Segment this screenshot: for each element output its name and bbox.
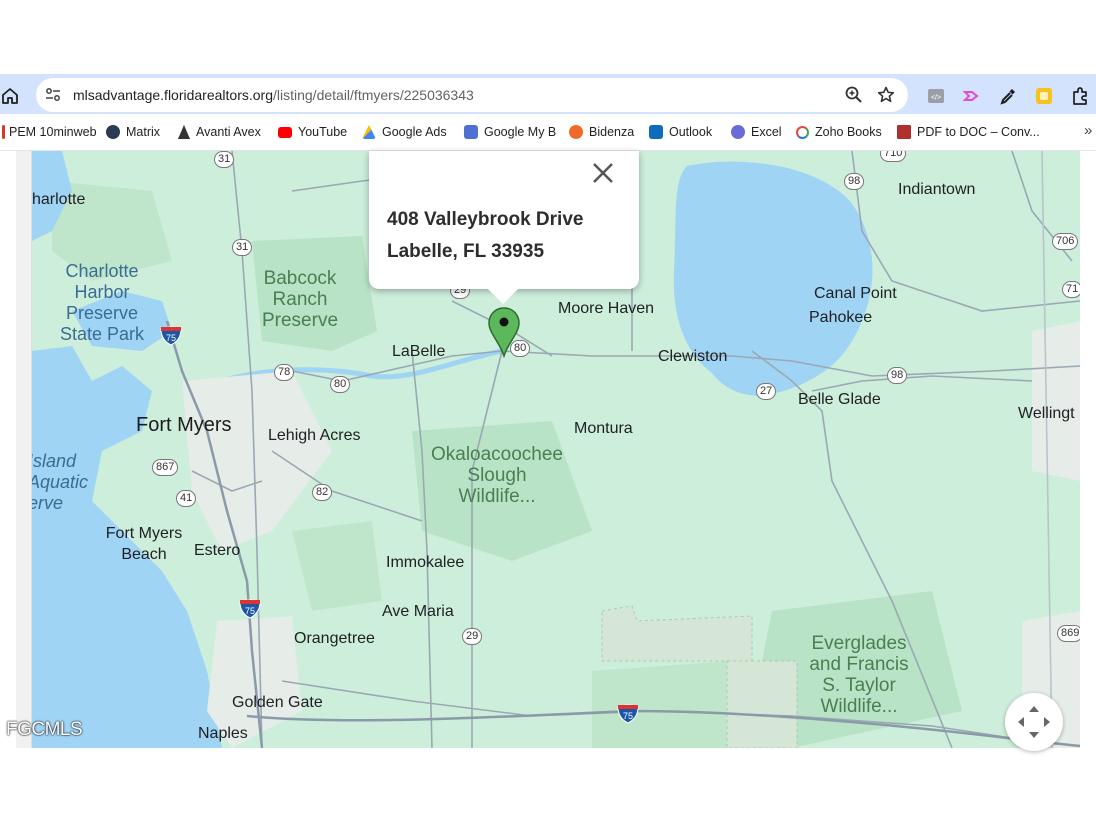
interstate-75-shield-alligator-alley: 75 [617, 704, 639, 724]
label-immokalee: Immokalee [386, 554, 465, 571]
label-island-aquatic: Island Aquatic erve [32, 451, 89, 513]
label-orangetree: Orangetree [294, 630, 375, 647]
bookmark-google-my-business[interactable]: Google My B [464, 124, 556, 140]
close-icon[interactable] [589, 159, 617, 187]
svg-text:</>: </> [931, 95, 941, 102]
route-shield-82: 82 [312, 484, 333, 501]
bookmark-pem-10minweb[interactable]: PEM 10minweb [2, 124, 97, 140]
label-moore-haven: Moore Haven [558, 300, 655, 317]
route-shield-78: 78 [274, 364, 295, 381]
url-path: /listing/detail/ftmyers/225036343 [273, 87, 474, 103]
zoom-icon[interactable] [844, 85, 864, 105]
notes-extension-icon[interactable] [1034, 86, 1054, 106]
bookmark-pdf-to-doc[interactable]: PDF to DOC – Conv... [897, 124, 1040, 140]
bookmark-zoho-books[interactable]: Zoho Books [796, 124, 882, 140]
label-ave-maria: Ave Maria [382, 603, 454, 620]
outlook-icon [649, 125, 663, 139]
label-pahokee: Pahokee [809, 309, 873, 326]
bookmark-excel[interactable]: Excel [731, 124, 782, 140]
dev-tools-extension-icon[interactable]: </> [926, 86, 946, 106]
svg-text:75: 75 [166, 333, 176, 343]
label-canal-point: Canal Point [814, 285, 897, 302]
fullscreen-button[interactable] [1005, 693, 1063, 751]
eyedropper-icon[interactable] [998, 86, 1018, 106]
svg-text:75: 75 [245, 606, 255, 616]
route-shield-867: 867 [152, 459, 179, 476]
label-estero: Estero [194, 542, 241, 559]
route-shield-71: 71 [1062, 281, 1080, 298]
label-wellington: Wellingt [1018, 405, 1075, 422]
popup-address-street: 408 Valleybrook Drive [387, 209, 584, 230]
google-my-business-icon [464, 125, 478, 139]
label-labelle: LaBelle [392, 343, 446, 360]
route-shield-98-north: 98 [844, 173, 865, 190]
route-shield-27: 27 [756, 383, 777, 400]
arrow-extension-icon[interactable] [962, 86, 982, 106]
bookmark-google-ads[interactable]: Google Ads [362, 124, 447, 140]
bidenza-icon [569, 125, 583, 139]
route-shield-41: 41 [176, 490, 197, 507]
label-babcock-ranch: Babcock Ranch Preserve [261, 268, 339, 331]
label-everglades-wildlife: Everglades and Francis S. Taylor Wildlif… [809, 633, 909, 717]
label-golden-gate: Golden Gate [232, 694, 323, 711]
route-shield-29: 29 [462, 628, 483, 645]
label-belle-glade: Belle Glade [798, 391, 881, 408]
label-fort-myers-beach: Fort Myers Beach [105, 525, 183, 563]
popup-address-city: Labelle, FL 33935 [387, 241, 545, 262]
map-marker-pin-icon[interactable] [487, 306, 521, 358]
route-shield-706: 706 [1052, 233, 1079, 250]
pem-icon [2, 125, 5, 139]
omnibox[interactable]: mlsadvantage.floridarealtors.org/listing… [36, 78, 908, 112]
route-shield-31-north: 31 [214, 151, 235, 168]
route-shield-80-west: 80 [330, 376, 351, 393]
home-icon[interactable] [0, 86, 20, 106]
bookmarks-bar: PEM 10minweb Matrix Avanti Avex YouTube … [0, 114, 1096, 151]
fullscreen-arrows-icon [1018, 706, 1050, 738]
google-ads-icon [362, 125, 376, 139]
mls-watermark: FGCMLS [6, 719, 83, 740]
route-shield-710: 710 [880, 151, 907, 162]
label-charlotte-harbor: Charlotte Harbor Preserve State Park [59, 261, 145, 344]
label-charlotte: harlotte [32, 191, 86, 208]
avanti-icon [178, 125, 190, 139]
route-shield-869: 869 [1057, 625, 1080, 642]
route-shield-98: 98 [887, 367, 908, 384]
bookmark-outlook[interactable]: Outlook [649, 124, 712, 140]
zoho-books-icon [796, 125, 809, 139]
site-info-icon[interactable] [44, 86, 62, 104]
matrix-icon [106, 125, 120, 139]
label-naples: Naples [198, 725, 248, 742]
url-text[interactable]: mlsadvantage.floridarealtors.org/listing… [73, 87, 474, 103]
bookmark-youtube[interactable]: YouTube [278, 124, 347, 140]
listing-info-popup: 408 Valleybrook Drive Labelle, FL 33935 [369, 151, 639, 289]
svg-text:75: 75 [623, 711, 633, 721]
extensions-puzzle-icon[interactable] [1070, 86, 1090, 106]
excel-icon [731, 125, 745, 139]
page-right-margin [1080, 151, 1096, 748]
more-bookmarks-button[interactable]: » [1084, 122, 1092, 139]
label-lehigh-acres: Lehigh Acres [268, 427, 361, 444]
interstate-75-shield-north: 75 [160, 326, 182, 346]
bookmark-avanti-avex[interactable]: Avanti Avex [178, 124, 261, 140]
label-fort-myers: Fort Myers [136, 414, 232, 436]
label-indiantown: Indiantown [898, 181, 976, 198]
address-bar-row: mlsadvantage.floridarealtors.org/listing… [0, 78, 1096, 114]
route-shield-31: 31 [232, 239, 253, 256]
interstate-75-shield-south: 75 [239, 599, 261, 619]
bookmark-matrix[interactable]: Matrix [106, 124, 160, 140]
bookmark-bidenza[interactable]: Bidenza [569, 124, 634, 140]
popup-pointer [487, 288, 519, 304]
label-clewiston: Clewiston [658, 348, 728, 365]
page-left-panel-edge [16, 151, 32, 748]
youtube-icon [278, 126, 292, 138]
label-okaloacoochee-slough: Okaloacoochee Slough Wildlife... [430, 444, 564, 507]
label-montura: Montura [574, 420, 633, 437]
pdf-to-doc-icon [897, 125, 911, 139]
url-host: mlsadvantage.floridarealtors.org [73, 87, 273, 103]
bookmark-star-icon[interactable] [876, 85, 896, 105]
